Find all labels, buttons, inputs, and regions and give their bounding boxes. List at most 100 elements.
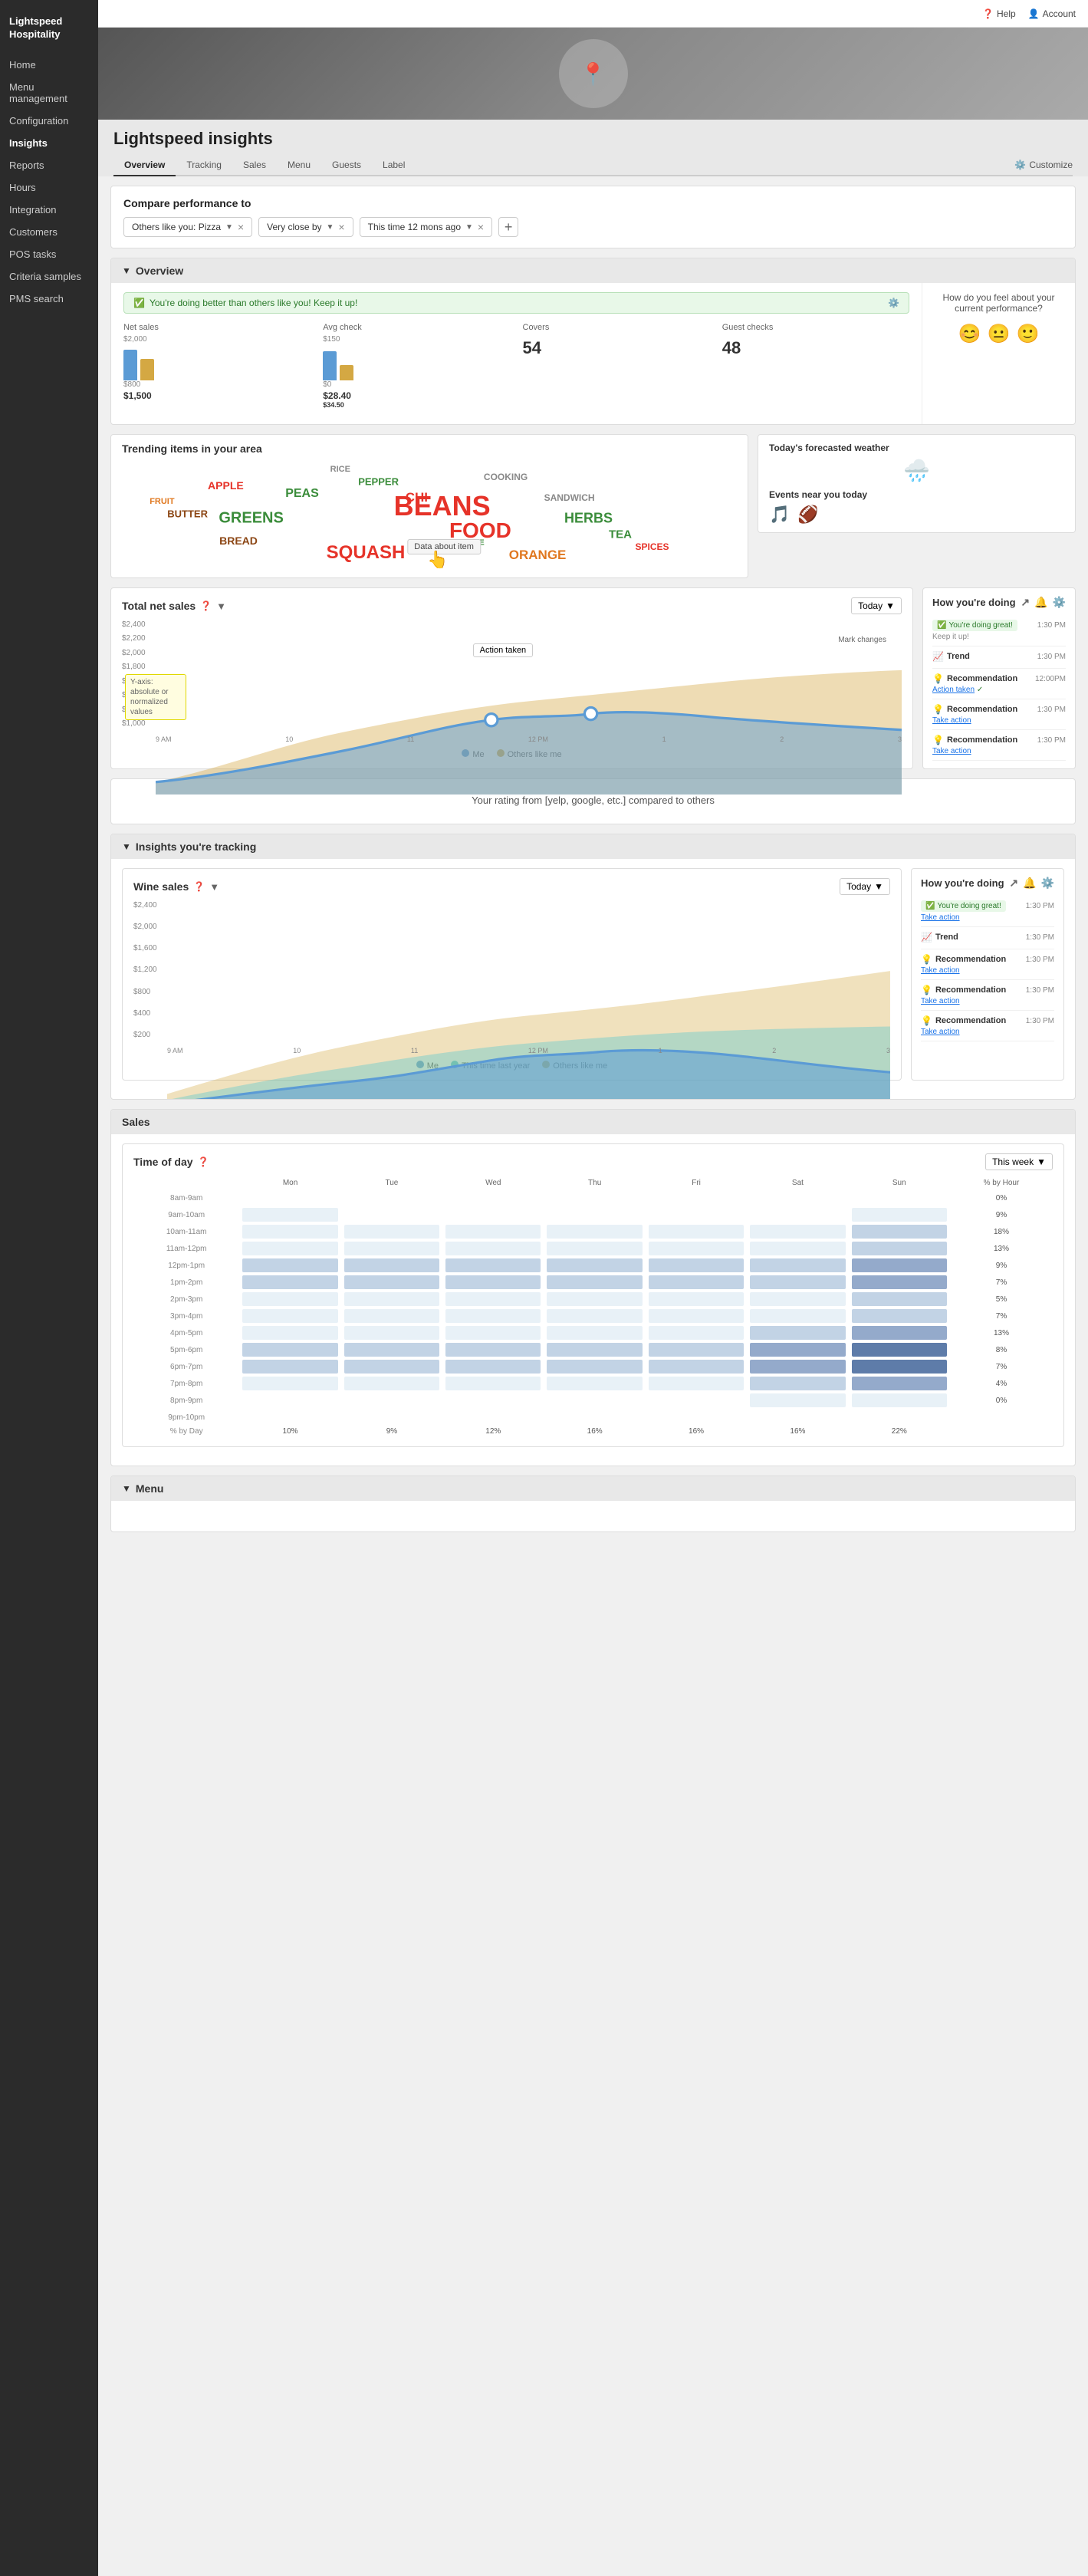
feeling-neutral[interactable]: 😐: [988, 323, 1011, 345]
heatmap-cell[interactable]: [544, 1291, 645, 1308]
sidebar-item-hours[interactable]: Hours: [0, 176, 98, 199]
heatmap-cell[interactable]: [849, 1392, 950, 1409]
word-squash[interactable]: SQUASH: [327, 542, 406, 564]
heatmap-cell[interactable]: [747, 1324, 848, 1341]
heatmap-cell[interactable]: [747, 1358, 848, 1375]
heatmap-cell[interactable]: [341, 1375, 442, 1392]
heatmap-cell[interactable]: [442, 1189, 544, 1206]
remove-filter-pizza[interactable]: ×: [238, 221, 244, 233]
heatmap-cell[interactable]: [849, 1257, 950, 1274]
tab-sales[interactable]: Sales: [232, 155, 277, 176]
rec2-action[interactable]: Take action: [932, 716, 1066, 725]
heatmap-cell[interactable]: [646, 1189, 747, 1206]
heatmap-cell[interactable]: [747, 1240, 848, 1257]
heatmap-cell[interactable]: [646, 1223, 747, 1240]
info-icon[interactable]: ❓: [200, 600, 212, 611]
heatmap-cell[interactable]: [544, 1358, 645, 1375]
heatmap-cell[interactable]: [747, 1308, 848, 1324]
heatmap-cell[interactable]: [341, 1409, 442, 1426]
heatmap-cell[interactable]: [442, 1206, 544, 1223]
heatmap-cell[interactable]: [341, 1392, 442, 1409]
heatmap-cell[interactable]: [747, 1375, 848, 1392]
wine-take-action-link[interactable]: Take action: [921, 913, 960, 922]
word-orange[interactable]: ORANGE: [509, 548, 567, 563]
word-fruit[interactable]: FRUIT: [150, 497, 174, 506]
chevron-down-icon[interactable]: ▼: [216, 600, 226, 612]
sidebar-item-criteria-samples[interactable]: Criteria samples: [0, 265, 98, 288]
sidebar-item-reports[interactable]: Reports: [0, 154, 98, 176]
heatmap-cell[interactable]: [646, 1274, 747, 1291]
heatmap-cell[interactable]: [341, 1274, 442, 1291]
share-icon[interactable]: ↗: [1021, 596, 1030, 609]
word-herbs[interactable]: HERBS: [564, 511, 613, 527]
heatmap-cell[interactable]: [544, 1189, 645, 1206]
heatmap-cell[interactable]: [747, 1257, 848, 1274]
heatmap-cell[interactable]: [341, 1189, 442, 1206]
wine-take-action-2[interactable]: Take action: [921, 997, 960, 1005]
take-action-link-3[interactable]: Take action: [932, 747, 971, 755]
sidebar-item-home[interactable]: Home: [0, 54, 98, 76]
heatmap-cell[interactable]: [646, 1308, 747, 1324]
heatmap-cell[interactable]: [442, 1274, 544, 1291]
heatmap-cell[interactable]: [849, 1358, 950, 1375]
heatmap-cell[interactable]: [849, 1223, 950, 1240]
customize-button[interactable]: ⚙️ Customize: [1014, 155, 1073, 175]
heatmap-cell[interactable]: [544, 1257, 645, 1274]
add-filter-button[interactable]: +: [498, 217, 518, 237]
heatmap-cell[interactable]: [849, 1308, 950, 1324]
word-rice[interactable]: RICE: [330, 465, 350, 474]
filter-others-pizza[interactable]: Others like you: Pizza ▼ ×: [123, 217, 252, 237]
heatmap-cell[interactable]: [544, 1341, 645, 1358]
action-taken-link[interactable]: Action taken: [932, 686, 975, 694]
heatmap-cell[interactable]: [544, 1324, 645, 1341]
word-apple[interactable]: APPLE: [208, 479, 244, 492]
heatmap-cell[interactable]: [239, 1358, 340, 1375]
take-action-link-2[interactable]: Take action: [932, 716, 971, 725]
heatmap-cell[interactable]: [544, 1206, 645, 1223]
heatmap-cell[interactable]: [747, 1274, 848, 1291]
wine-settings-icon[interactable]: ⚙️: [1041, 877, 1054, 890]
heatmap-cell[interactable]: [341, 1308, 442, 1324]
heatmap-cell[interactable]: [544, 1409, 645, 1426]
sidebar-item-insights[interactable]: Insights: [0, 132, 98, 154]
tab-overview[interactable]: Overview: [113, 155, 176, 176]
wine-take-action-1[interactable]: Take action: [921, 966, 960, 975]
heatmap-cell[interactable]: [646, 1324, 747, 1341]
tab-tracking[interactable]: Tracking: [176, 155, 232, 176]
heatmap-cell[interactable]: [544, 1375, 645, 1392]
heatmap-cell[interactable]: [341, 1240, 442, 1257]
remove-filter-time[interactable]: ×: [478, 221, 484, 233]
heatmap-cell[interactable]: [341, 1358, 442, 1375]
heatmap-cell[interactable]: [747, 1206, 848, 1223]
word-spices[interactable]: SPICES: [635, 541, 669, 552]
word-pepper[interactable]: PEPPER: [358, 476, 399, 488]
word-peas[interactable]: PEAS: [285, 487, 319, 501]
word-sandwich[interactable]: SANDWICH: [544, 492, 595, 503]
heatmap-cell[interactable]: [747, 1392, 848, 1409]
heatmap-cell[interactable]: [239, 1206, 340, 1223]
heatmap-cell[interactable]: [442, 1341, 544, 1358]
wine-chevron[interactable]: ▼: [209, 881, 219, 893]
heatmap-cell[interactable]: [849, 1291, 950, 1308]
heatmap-cell[interactable]: [646, 1409, 747, 1426]
heatmap-cell[interactable]: [442, 1324, 544, 1341]
wine-bell-icon[interactable]: 🔔: [1023, 877, 1036, 890]
tab-menu[interactable]: Menu: [277, 155, 321, 176]
heatmap-cell[interactable]: [849, 1189, 950, 1206]
heatmap-cell[interactable]: [747, 1291, 848, 1308]
heatmap-cell[interactable]: [239, 1341, 340, 1358]
bell-icon[interactable]: 🔔: [1034, 596, 1047, 609]
sidebar-item-menu-management[interactable]: Menu management: [0, 76, 98, 110]
heatmap-cell[interactable]: [341, 1324, 442, 1341]
heatmap-cell[interactable]: [239, 1375, 340, 1392]
heatmap-cell[interactable]: [341, 1223, 442, 1240]
heatmap-cell[interactable]: [747, 1223, 848, 1240]
heatmap-cell[interactable]: [442, 1392, 544, 1409]
heatmap-cell[interactable]: [646, 1392, 747, 1409]
heatmap-cell[interactable]: [239, 1324, 340, 1341]
heatmap-cell[interactable]: [544, 1308, 645, 1324]
heatmap-cell[interactable]: [442, 1358, 544, 1375]
sidebar-item-pos-tasks[interactable]: POS tasks: [0, 243, 98, 265]
tab-label[interactable]: Label: [372, 155, 416, 176]
wine-share-icon[interactable]: ↗: [1009, 877, 1018, 890]
